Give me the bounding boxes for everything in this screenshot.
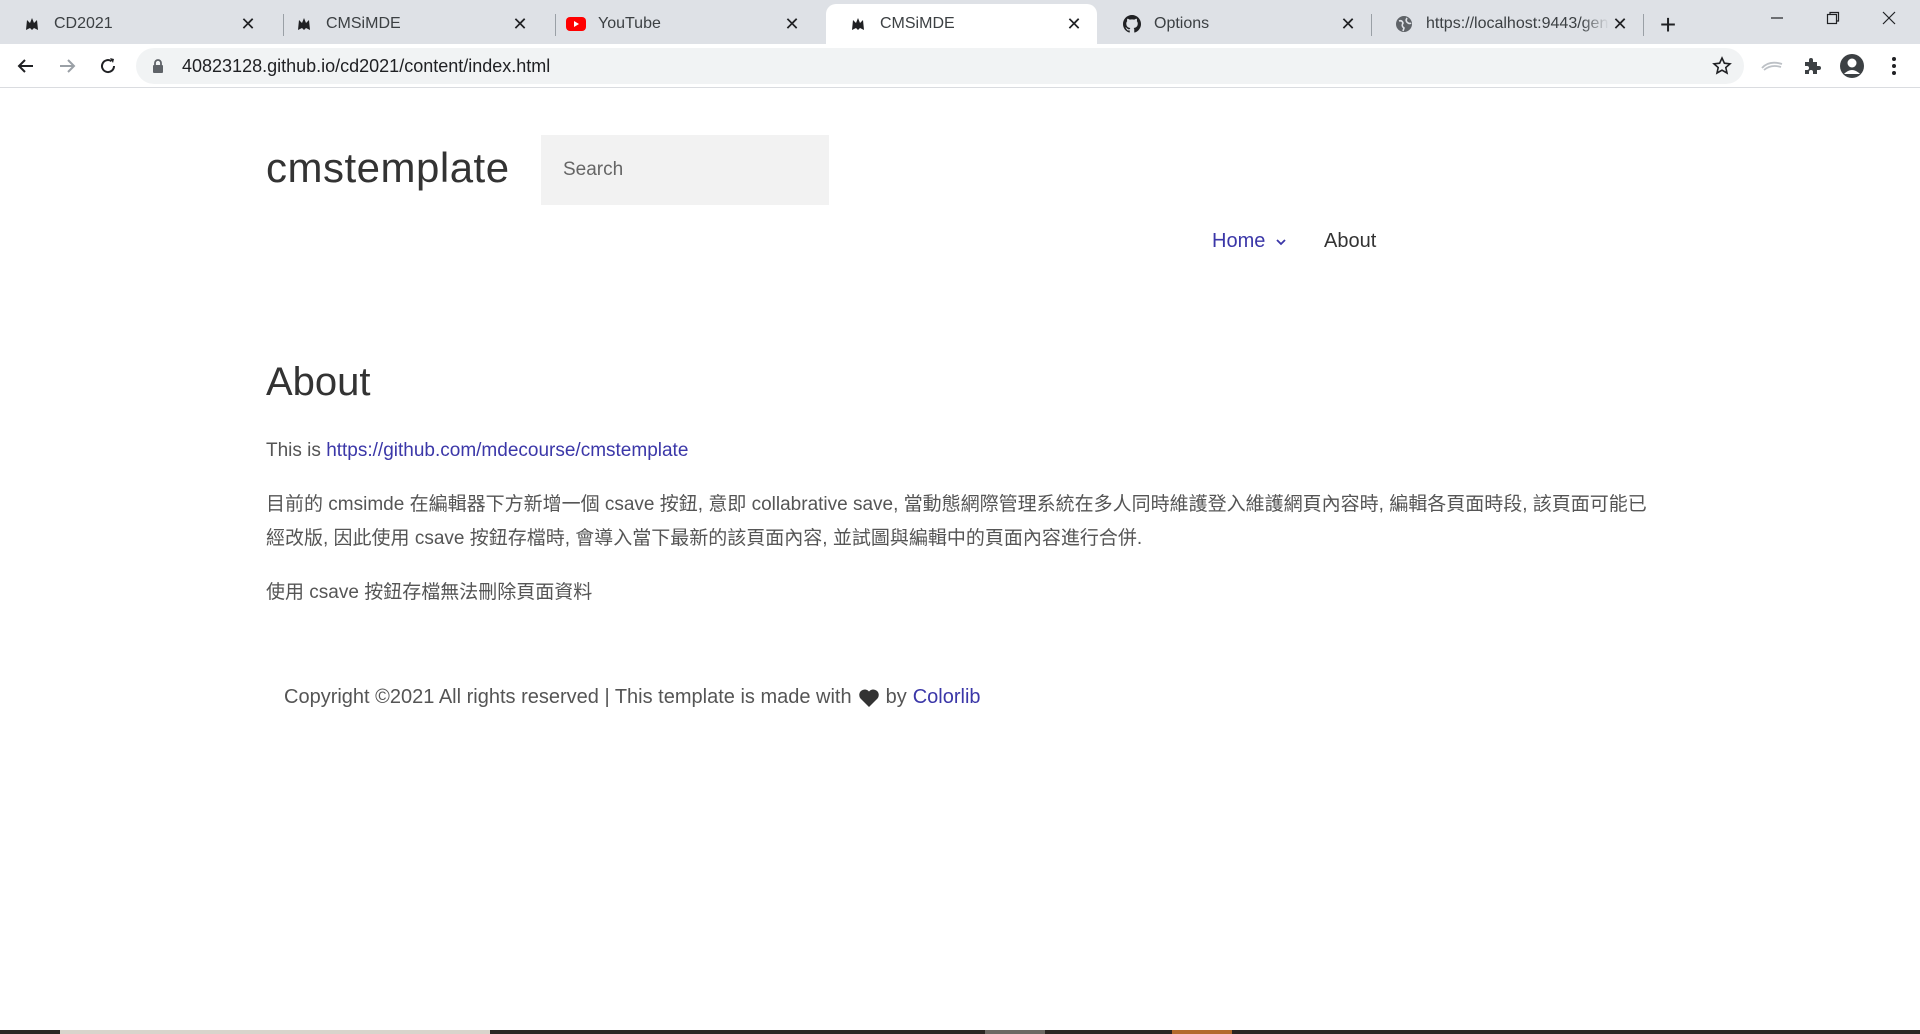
nav-about-label: About — [1324, 230, 1377, 252]
footer: Copyright ©2021 All rights reserved | Th… — [284, 686, 981, 709]
csave-note-paragraph: 使用 csave 按鈕存檔無法刪除頁面資料 — [266, 582, 593, 603]
colorlib-link[interactable]: Colorlib — [913, 686, 981, 709]
csave-description-paragraph: 目前的 cmsimde 在編輯器下方新增一個 csave 按鈕, 意即 coll… — [266, 494, 1647, 549]
puzzle-extensions-icon[interactable] — [1798, 52, 1826, 80]
search-input[interactable] — [541, 135, 829, 205]
tab-title: YouTube — [598, 15, 661, 32]
nav-about[interactable]: About — [1324, 230, 1376, 253]
nav-home-label: Home — [1212, 230, 1266, 252]
cat-icon — [294, 14, 314, 34]
lock-icon — [152, 58, 168, 74]
site-title[interactable]: cmstemplate — [266, 144, 510, 192]
close-icon[interactable]: ✕ — [237, 13, 259, 35]
close-icon[interactable]: ✕ — [1063, 13, 1085, 35]
tab-separator — [1643, 14, 1644, 36]
arrow-right-icon — [60, 59, 76, 73]
tab-title: CMSiMDE — [326, 15, 401, 32]
cat-icon — [848, 14, 868, 34]
close-icon[interactable]: ✕ — [1609, 13, 1631, 35]
cat-icon — [22, 14, 42, 34]
heart-icon — [858, 688, 880, 708]
window-close-button[interactable] — [1862, 0, 1916, 36]
reload-button[interactable] — [92, 50, 124, 82]
arrow-left-icon — [17, 59, 33, 73]
url-text: 40823128.github.io/cd2021/content/index.… — [182, 55, 551, 76]
tab-title: https://localhost:9443/gen — [1426, 15, 1609, 32]
extension-icon[interactable] — [1758, 52, 1786, 80]
profile-avatar-icon[interactable] — [1838, 52, 1866, 80]
tab-options[interactable]: Options ✕ — [1100, 4, 1371, 44]
tab-cmsimde[interactable]: CMSiMDE ✕ — [272, 4, 543, 44]
tab-title: CMSiMDE — [880, 15, 955, 32]
back-button[interactable] — [10, 50, 42, 82]
forward-button[interactable] — [51, 50, 83, 82]
browser-toolbar: 40823128.github.io/cd2021/content/index.… — [0, 44, 1920, 88]
bookmark-star-icon[interactable] — [1708, 52, 1736, 80]
intro-prefix: This is — [266, 440, 327, 461]
close-icon[interactable]: ✕ — [781, 13, 803, 35]
youtube-icon — [566, 14, 586, 34]
close-icon[interactable]: ✕ — [1337, 13, 1359, 35]
restore-button[interactable] — [1806, 0, 1860, 36]
page-heading: About — [266, 360, 371, 404]
tab-strip: CD2021 ✕ CMSiMDE ✕ YouTube ✕ CMSiMDE ✕ O… — [0, 0, 1920, 44]
tab-title: Options — [1154, 15, 1210, 32]
tab-title: CD2021 — [54, 15, 113, 32]
reload-icon — [101, 58, 116, 74]
tab-cd2021[interactable]: CD2021 ✕ — [0, 4, 271, 44]
minimize-icon — [1771, 17, 1783, 19]
minimize-button[interactable] — [1750, 0, 1804, 36]
tab-localhost[interactable]: https://localhost:9443/gen ✕ — [1372, 4, 1643, 44]
restore-icon — [1826, 11, 1840, 25]
new-tab-button[interactable]: + — [1652, 9, 1684, 41]
chevron-down-icon — [1275, 238, 1287, 246]
tab-youtube[interactable]: YouTube ✕ — [544, 4, 815, 44]
footer-by: by — [885, 686, 907, 708]
intro-paragraph: This is https://github.com/mdecourse/cms… — [266, 434, 688, 468]
nav-home[interactable]: Home — [1212, 230, 1287, 253]
close-icon — [1882, 11, 1896, 25]
menu-kebab-icon[interactable] — [1880, 52, 1908, 80]
address-bar[interactable]: 40823128.github.io/cd2021/content/index.… — [136, 48, 1744, 84]
taskbar-edge — [0, 1030, 1920, 1034]
web-page: cmstemplate Home About About This is htt… — [0, 88, 1920, 1030]
cmstemplate-link[interactable]: https://github.com/mdecourse/cmstemplate — [326, 440, 688, 461]
close-icon[interactable]: ✕ — [509, 13, 531, 35]
footer-copyright: Copyright ©2021 All rights reserved | Th… — [284, 686, 852, 708]
globe-icon — [1394, 14, 1414, 34]
tab-cmsimde-active[interactable]: CMSiMDE ✕ — [826, 4, 1097, 44]
github-icon — [1122, 14, 1142, 34]
